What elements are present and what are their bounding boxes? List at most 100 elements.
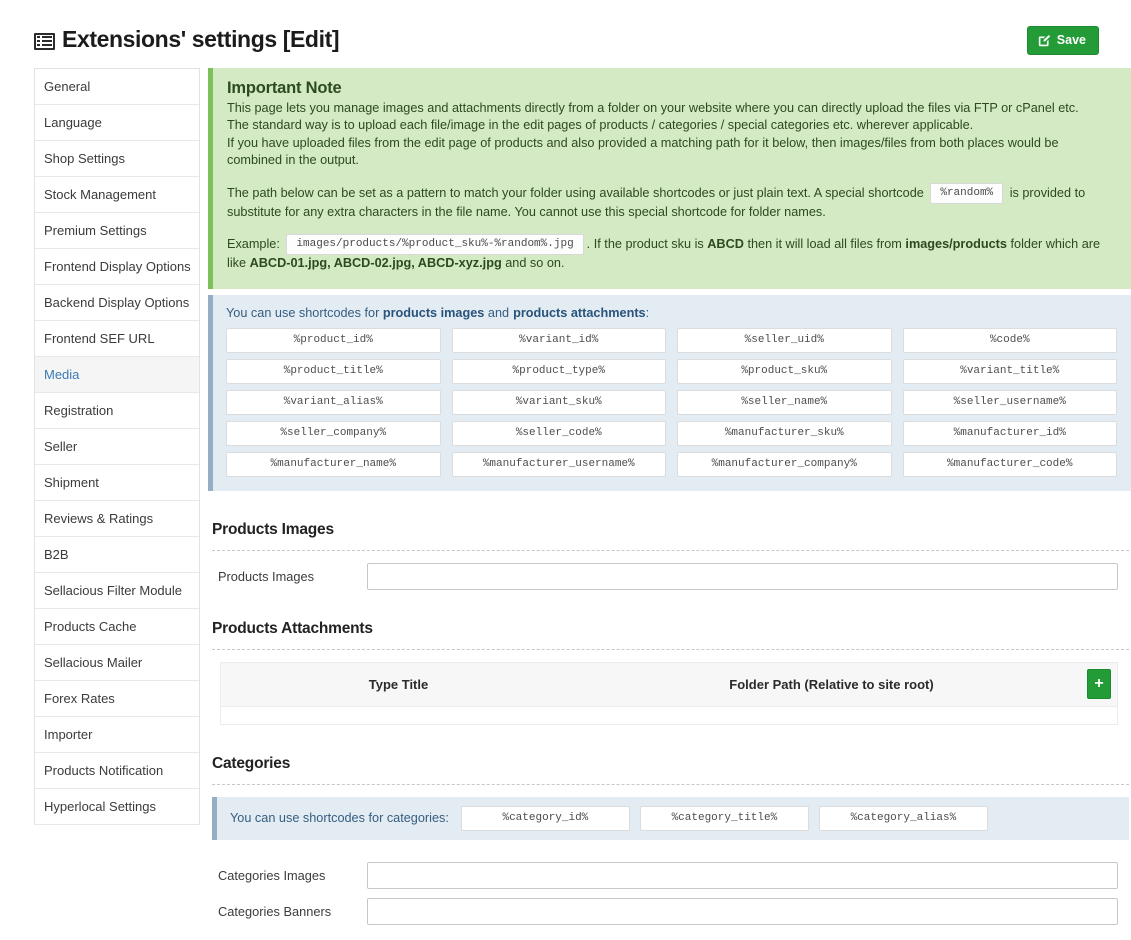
settings-content: Important Note This page lets you manage… bbox=[200, 68, 1131, 934]
section-divider bbox=[212, 550, 1129, 551]
shortcode-chip[interactable]: %seller_name% bbox=[677, 390, 892, 415]
page-body: General Language Shop Settings Stock Man… bbox=[0, 68, 1131, 934]
shortcode-chip[interactable]: %manufacturer_name% bbox=[226, 452, 441, 477]
sidebar-item-premium-settings[interactable]: Premium Settings bbox=[35, 213, 199, 249]
shortcode-chip[interactable]: %category_title% bbox=[640, 806, 809, 831]
example-pattern-chip[interactable]: images/products/%product_sku%-%random%.j… bbox=[286, 234, 583, 255]
shortcode-chip[interactable]: %manufacturer_username% bbox=[452, 452, 667, 477]
section-divider bbox=[212, 784, 1129, 785]
shortcode-chip[interactable]: %category_id% bbox=[461, 806, 630, 831]
add-row-button[interactable]: + bbox=[1087, 669, 1111, 699]
example-text-d: and so on. bbox=[505, 256, 564, 270]
products-attachments-section: Products Attachments Type Title Folder P… bbox=[208, 620, 1131, 725]
example-label: Example: bbox=[227, 237, 280, 251]
shortcode-chip[interactable]: %variant_title% bbox=[903, 359, 1118, 384]
shortcode-chip[interactable]: %product_type% bbox=[452, 359, 667, 384]
shortcodes-head-products-attachments: products attachments bbox=[513, 306, 646, 320]
shortcode-chip[interactable]: %seller_company% bbox=[226, 421, 441, 446]
products-images-input[interactable] bbox=[367, 563, 1118, 590]
shortcode-chip[interactable]: %seller_code% bbox=[452, 421, 667, 446]
sidebar-item-label: Shipment bbox=[44, 475, 99, 490]
sidebar-item-registration[interactable]: Registration bbox=[35, 393, 199, 429]
sidebar-item-backend-display-options[interactable]: Backend Display Options bbox=[35, 285, 199, 321]
section-divider bbox=[212, 649, 1129, 650]
note-line-1: This page lets you manage images and att… bbox=[227, 100, 1115, 118]
column-header-type-title: Type Title bbox=[221, 677, 576, 692]
products-attachments-table: Type Title Folder Path (Relative to site… bbox=[220, 662, 1118, 725]
pencil-square-icon bbox=[1038, 34, 1051, 47]
shortcodes-head-products-images: products images bbox=[383, 306, 485, 320]
shortcode-chip[interactable]: %manufacturer_sku% bbox=[677, 421, 892, 446]
sidebar-item-label: Backend Display Options bbox=[44, 295, 189, 310]
sidebar-item-reviews-ratings[interactable]: Reviews & Ratings bbox=[35, 501, 199, 537]
shortcode-chip[interactable]: %code% bbox=[903, 328, 1118, 353]
sidebar-item-label: Products Cache bbox=[44, 619, 137, 634]
column-header-folder-path: Folder Path (Relative to site root) bbox=[576, 677, 1087, 692]
sidebar-item-hyperlocal-settings[interactable]: Hyperlocal Settings bbox=[35, 789, 199, 825]
categories-images-label: Categories Images bbox=[212, 868, 367, 883]
sidebar-item-label: B2B bbox=[44, 547, 69, 562]
sidebar-item-shipment[interactable]: Shipment bbox=[35, 465, 199, 501]
sidebar-item-label: Shop Settings bbox=[44, 151, 125, 166]
shortcode-chip[interactable]: %manufacturer_code% bbox=[903, 452, 1118, 477]
sidebar-item-sellacious-mailer[interactable]: Sellacious Mailer bbox=[35, 645, 199, 681]
sidebar-item-sellacious-filter-module[interactable]: Sellacious Filter Module bbox=[35, 573, 199, 609]
sidebar-item-forex-rates[interactable]: Forex Rates bbox=[35, 681, 199, 717]
note-paragraph-2: The path below can be set as a pattern t… bbox=[227, 183, 1115, 222]
products-images-section: Products Images Products Images bbox=[208, 521, 1131, 590]
sidebar-item-shop-settings[interactable]: Shop Settings bbox=[35, 141, 199, 177]
sidebar-item-label: Reviews & Ratings bbox=[44, 511, 153, 526]
sidebar-item-label: Frontend SEF URL bbox=[44, 331, 155, 346]
categories-section: Categories You can use shortcodes for ca… bbox=[208, 755, 1131, 925]
random-shortcode-chip[interactable]: %random% bbox=[930, 183, 1003, 204]
note-line-2: The standard way is to upload each file/… bbox=[227, 117, 1115, 135]
sidebar-item-seller[interactable]: Seller bbox=[35, 429, 199, 465]
list-document-icon bbox=[34, 33, 55, 50]
categories-banners-input[interactable] bbox=[367, 898, 1118, 925]
products-images-label: Products Images bbox=[212, 569, 367, 584]
categories-shortcodes-label: You can use shortcodes for categories: bbox=[230, 811, 449, 825]
shortcode-chip[interactable]: %variant_id% bbox=[452, 328, 667, 353]
table-body bbox=[221, 707, 1117, 724]
shortcode-chip[interactable]: %manufacturer_id% bbox=[903, 421, 1118, 446]
example-sku: ABCD bbox=[707, 237, 744, 251]
shortcode-chip[interactable]: %product_title% bbox=[226, 359, 441, 384]
shortcode-chip[interactable]: %category_alias% bbox=[819, 806, 988, 831]
sidebar-item-frontend-display-options[interactable]: Frontend Display Options bbox=[35, 249, 199, 285]
categories-images-input[interactable] bbox=[367, 862, 1118, 889]
shortcode-chip[interactable]: %seller_uid% bbox=[677, 328, 892, 353]
sidebar-item-products-cache[interactable]: Products Cache bbox=[35, 609, 199, 645]
products-attachments-title: Products Attachments bbox=[212, 620, 1129, 638]
sidebar-item-label: Premium Settings bbox=[44, 223, 147, 238]
sidebar-item-label: Products Notification bbox=[44, 763, 163, 778]
example-text-b: then it will load all files from bbox=[747, 237, 901, 251]
shortcode-chip[interactable]: %variant_sku% bbox=[452, 390, 667, 415]
sidebar-item-label: Seller bbox=[44, 439, 77, 454]
page-title-group: Extensions' settings [Edit] bbox=[34, 26, 339, 52]
sidebar-item-label: Importer bbox=[44, 727, 92, 742]
sidebar-item-label: Media bbox=[44, 367, 79, 382]
sidebar-item-general[interactable]: General bbox=[35, 69, 199, 105]
sidebar-item-label: Stock Management bbox=[44, 187, 156, 202]
sidebar-item-b2b[interactable]: B2B bbox=[35, 537, 199, 573]
sidebar-item-media[interactable]: Media bbox=[35, 357, 199, 393]
products-shortcode-grid: %product_id% %variant_id% %seller_uid% %… bbox=[226, 328, 1117, 477]
sidebar-item-label: Registration bbox=[44, 403, 113, 418]
sidebar-item-stock-management[interactable]: Stock Management bbox=[35, 177, 199, 213]
shortcode-chip[interactable]: %seller_username% bbox=[903, 390, 1118, 415]
example-files: ABCD-01.jpg, ABCD-02.jpg, ABCD-xyz.jpg bbox=[250, 256, 502, 270]
shortcode-chip[interactable]: %manufacturer_company% bbox=[677, 452, 892, 477]
sidebar-item-frontend-sef-url[interactable]: Frontend SEF URL bbox=[35, 321, 199, 357]
sidebar-item-language[interactable]: Language bbox=[35, 105, 199, 141]
shortcode-chip[interactable]: %product_sku% bbox=[677, 359, 892, 384]
shortcodes-head-and: and bbox=[488, 306, 509, 320]
sidebar-item-products-notification[interactable]: Products Notification bbox=[35, 753, 199, 789]
sidebar-item-label: Frontend Display Options bbox=[44, 259, 191, 274]
shortcode-chip[interactable]: %product_id% bbox=[226, 328, 441, 353]
sidebar-item-importer[interactable]: Importer bbox=[35, 717, 199, 753]
page-header: Extensions' settings [Edit] Save bbox=[0, 0, 1131, 68]
note-title: Important Note bbox=[227, 80, 1115, 98]
shortcode-chip[interactable]: %variant_alias% bbox=[226, 390, 441, 415]
example-text-a: . If the product sku is bbox=[587, 237, 704, 251]
save-button[interactable]: Save bbox=[1027, 26, 1099, 55]
